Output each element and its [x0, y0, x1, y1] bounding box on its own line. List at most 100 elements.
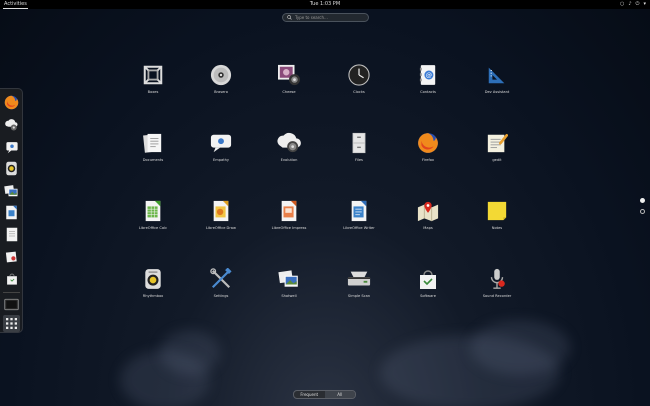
- app-notes[interactable]: Notes: [467, 199, 527, 239]
- app-label: Notes: [491, 226, 503, 230]
- clock[interactable]: Tue 1:03 PM: [0, 0, 650, 9]
- app-evolution[interactable]: Evolution: [259, 131, 319, 171]
- app-settings[interactable]: Settings: [191, 267, 251, 307]
- app-label: Cheese: [282, 90, 296, 94]
- calc-icon: [145, 200, 161, 222]
- rhythmbox-icon: [6, 161, 17, 176]
- app-boxes[interactable]: Boxes: [123, 63, 183, 103]
- dash-item-shotwell[interactable]: [3, 182, 20, 199]
- software-icon: [420, 270, 436, 289]
- contacts-icon: @: [419, 65, 436, 85]
- dash-item-documents[interactable]: [3, 226, 20, 243]
- dash-item-settings[interactable]: [3, 116, 20, 133]
- firefox-icon: [4, 95, 19, 110]
- app-brasero[interactable]: Brasero: [191, 63, 251, 103]
- app-label: LibreOffice Writer: [343, 226, 375, 230]
- app-libreoffice-writer[interactable]: LibreOffice Writer: [329, 199, 389, 239]
- app-empathy[interactable]: Empathy: [191, 131, 251, 171]
- app-libreoffice-draw[interactable]: LibreOffice Draw: [191, 199, 251, 239]
- app-maps[interactable]: Maps: [398, 199, 458, 239]
- firefox-icon: [418, 133, 438, 153]
- documents-icon: [6, 227, 17, 242]
- app-label: Dev Assistant: [484, 90, 510, 94]
- maps-icon: [417, 201, 439, 222]
- app-rhythmbox[interactable]: Rhythmbox: [123, 267, 183, 307]
- files-icon: [352, 132, 366, 154]
- app-contacts[interactable]: @ Contacts: [398, 63, 458, 103]
- app-label: Documents: [142, 158, 164, 162]
- app-firefox[interactable]: Firefox: [398, 131, 458, 171]
- dash-item-evolution[interactable]: [3, 248, 20, 265]
- scanner-icon: [347, 271, 371, 286]
- app-label: Clocks: [353, 90, 365, 94]
- software-icon: [6, 273, 17, 285]
- notes-icon: [487, 201, 507, 221]
- impress-icon: [281, 200, 297, 222]
- dash-item-terminal[interactable]: [3, 296, 20, 313]
- search-entry[interactable]: [282, 13, 369, 22]
- app-label: Software: [420, 294, 436, 298]
- dash: [0, 88, 23, 333]
- app-label: LibreOffice Draw: [206, 226, 236, 230]
- show-applications-button[interactable]: [3, 315, 20, 332]
- app-libreoffice-impress[interactable]: LibreOffice Impress: [259, 199, 319, 239]
- app-label: Simple Scan: [347, 294, 371, 298]
- shotwell-icon: [278, 270, 298, 287]
- microphone-icon: [490, 268, 505, 289]
- disc-icon: [210, 64, 232, 86]
- draw-icon: [213, 200, 229, 222]
- search-input[interactable]: [295, 15, 365, 20]
- rhythmbox-icon: [145, 269, 161, 289]
- clock-icon: [348, 64, 370, 86]
- app-cheese[interactable]: Cheese: [259, 63, 319, 103]
- app-libreoffice-calc[interactable]: LibreOffice Calc: [123, 199, 183, 239]
- dash-item-writer[interactable]: [3, 204, 20, 221]
- search-icon: [287, 15, 292, 20]
- devassistant-icon: [488, 67, 505, 84]
- app-label: Maps: [423, 226, 433, 230]
- app-clocks[interactable]: Clocks: [329, 63, 389, 103]
- app-simple-scan[interactable]: Simple Scan: [329, 267, 389, 307]
- writer-icon: [351, 200, 367, 222]
- gedit-icon: [487, 133, 508, 153]
- app-label: Rhythmbox: [142, 294, 164, 298]
- view-switcher: Frequent All: [293, 390, 356, 399]
- app-label: Brasero: [214, 90, 228, 94]
- dash-item-empathy[interactable]: [3, 138, 20, 155]
- volume-icon: ♪: [628, 1, 632, 7]
- app-label: Boxes: [147, 90, 159, 94]
- app-documents[interactable]: Documents: [123, 131, 183, 171]
- frequent-button[interactable]: Frequent: [294, 391, 325, 398]
- app-sound-recorder[interactable]: Sound Recorder: [467, 267, 527, 307]
- empathy-icon: [210, 134, 232, 153]
- app-label: Files: [355, 158, 363, 162]
- system-tray[interactable]: ○ ♪ ⏻ ▾: [620, 0, 646, 9]
- dash-item-rhythmbox[interactable]: [3, 160, 20, 177]
- shotwell-icon: [4, 184, 18, 196]
- app-gedit[interactable]: gedit: [467, 131, 527, 171]
- all-button[interactable]: All: [324, 391, 355, 398]
- dash-item-firefox[interactable]: [3, 94, 20, 111]
- dash-item-software[interactable]: [3, 270, 20, 287]
- documents-icon: [143, 133, 162, 153]
- accessibility-icon: ○: [619, 1, 625, 7]
- power-icon: ⏻: [635, 1, 640, 7]
- app-label: Shotwell: [281, 294, 297, 298]
- app-software[interactable]: Software: [398, 267, 458, 307]
- app-label: LibreOffice Calc: [138, 226, 168, 230]
- writer-icon: [6, 205, 17, 220]
- app-label: gedit: [492, 158, 502, 162]
- app-devassistant[interactable]: Dev Assistant: [467, 63, 527, 103]
- app-files[interactable]: Files: [329, 131, 389, 171]
- settings-icon: [210, 268, 232, 289]
- app-label: Settings: [213, 294, 229, 298]
- webcam-icon: [278, 64, 300, 86]
- app-label: Evolution: [280, 158, 298, 162]
- app-label: LibreOffice Impress: [271, 226, 307, 230]
- page-indicator-1[interactable]: [640, 198, 645, 203]
- app-shotwell[interactable]: Shotwell: [259, 267, 319, 307]
- page-indicator-2[interactable]: [640, 209, 645, 214]
- app-label: Sound Recorder: [482, 294, 512, 298]
- boxes-icon: [143, 65, 163, 85]
- background-cloud: [470, 320, 570, 375]
